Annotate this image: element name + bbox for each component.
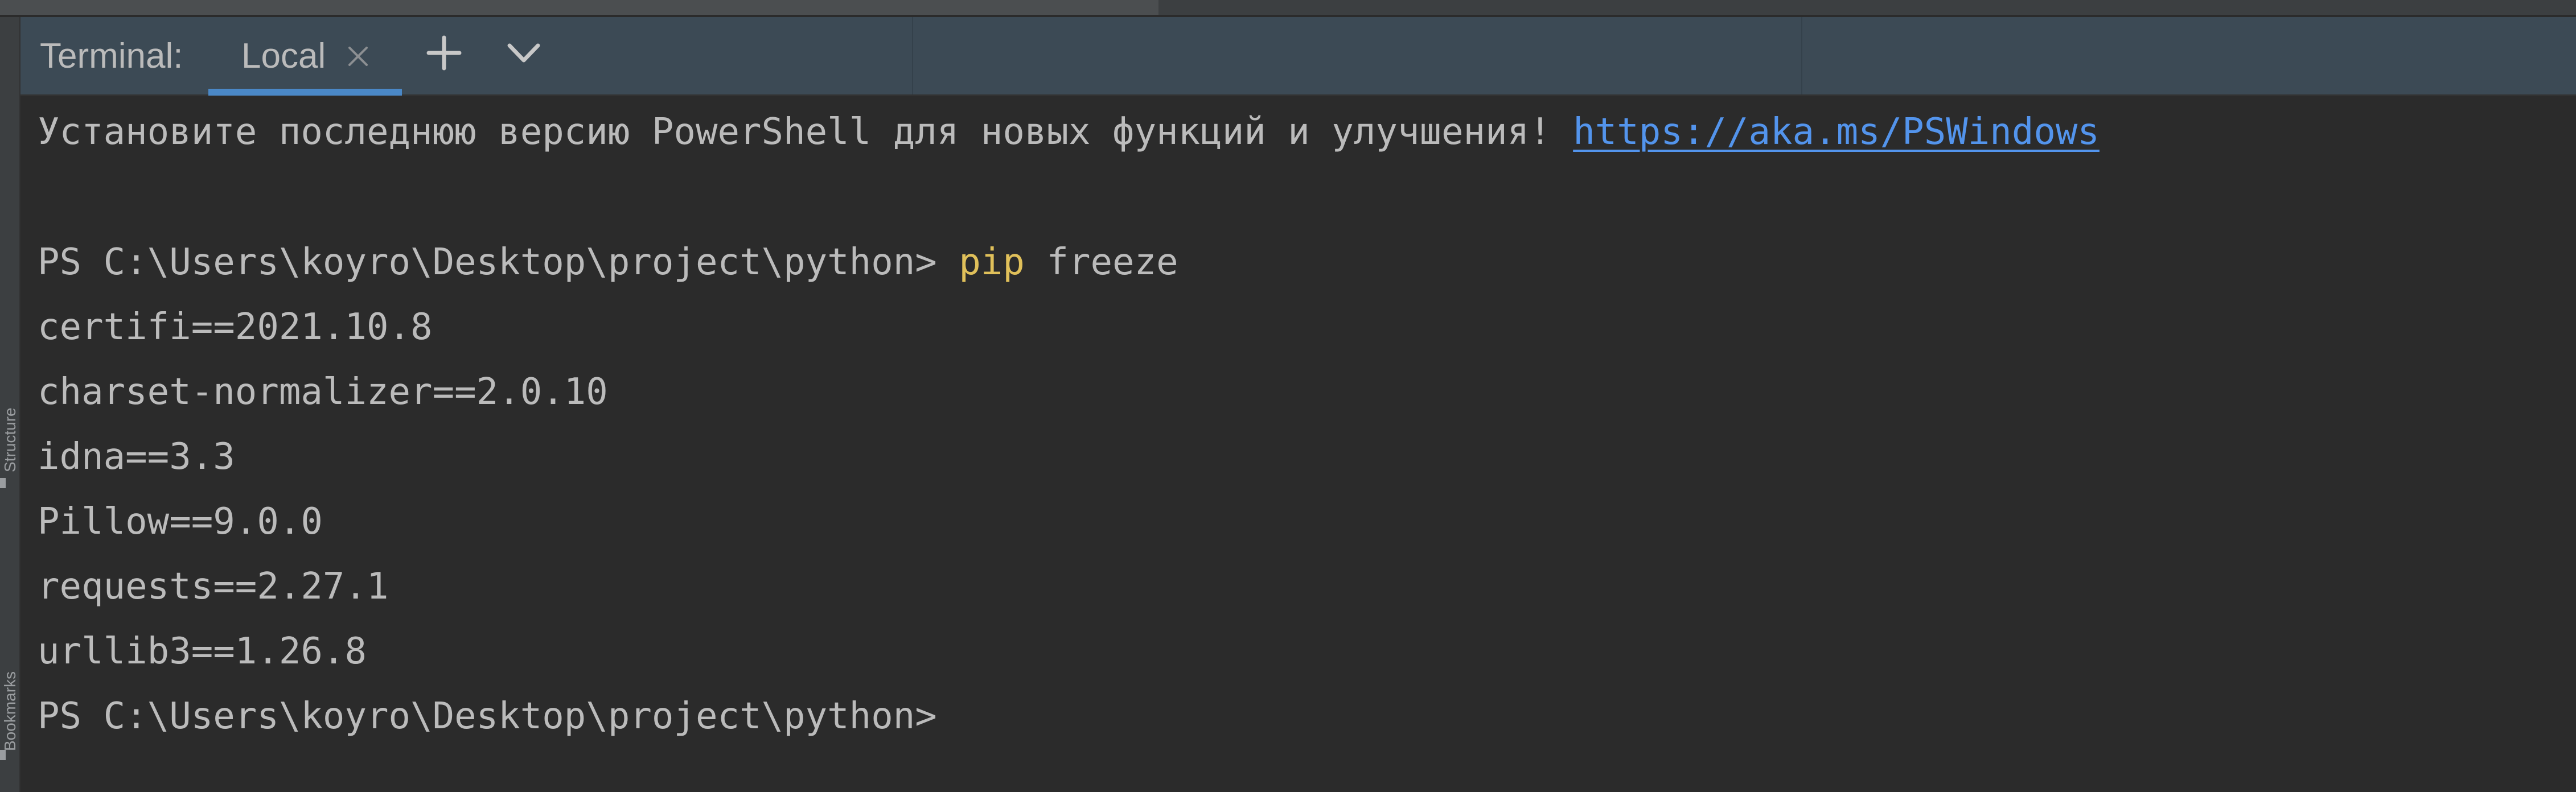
prompt-text: PS C:\Users\koyro\Desktop\project\python…	[38, 241, 959, 283]
tab-local[interactable]: Local	[208, 17, 402, 96]
banner-link[interactable]: https://aka.ms/PSWindows	[1573, 111, 2100, 153]
output-line: urllib3==1.26.8	[38, 630, 367, 673]
ide-window: Structure Bookmarks Terminal: Local Уста…	[0, 0, 2576, 792]
chevron-down-icon[interactable]	[504, 33, 544, 73]
output-line: charset-normalizer==2.0.10	[38, 371, 608, 413]
side-tab-bookmarks-label: Bookmarks	[1, 671, 19, 751]
active-tab-indicator	[208, 89, 402, 96]
banner-line: Установите последнюю версию PowerShell д…	[38, 100, 2100, 164]
side-tab-structure-label: Structure	[1, 407, 19, 472]
final-prompt: PS C:\Users\koyro\Desktop\project\python…	[38, 695, 937, 737]
output-line: certifi==2021.10.8	[38, 306, 433, 348]
tool-window-title: Terminal:	[40, 36, 183, 76]
structure-icon	[0, 478, 6, 488]
close-icon[interactable]	[343, 41, 373, 72]
plus-icon[interactable]	[424, 33, 464, 73]
output-line: idna==3.3	[38, 436, 235, 478]
tab-local-label: Local	[241, 36, 326, 76]
command-line: PS C:\Users\koyro\Desktop\project\python…	[38, 230, 1178, 295]
command-args: freeze	[1024, 241, 1178, 283]
horizontal-scrollbar[interactable]	[0, 0, 1158, 15]
output-line: requests==2.27.1	[38, 566, 389, 608]
bookmark-icon	[0, 750, 6, 760]
banner-text: Установите последнюю версию PowerShell д…	[38, 111, 1573, 153]
terminal-header-bar	[20, 17, 2576, 96]
output-line: Pillow==9.0.0	[38, 501, 323, 543]
editor-bottom-strip	[0, 0, 2576, 15]
terminal-output-area[interactable]: Установите последнюю версию PowerShell д…	[20, 96, 2576, 792]
command-keyword: pip	[959, 241, 1025, 283]
